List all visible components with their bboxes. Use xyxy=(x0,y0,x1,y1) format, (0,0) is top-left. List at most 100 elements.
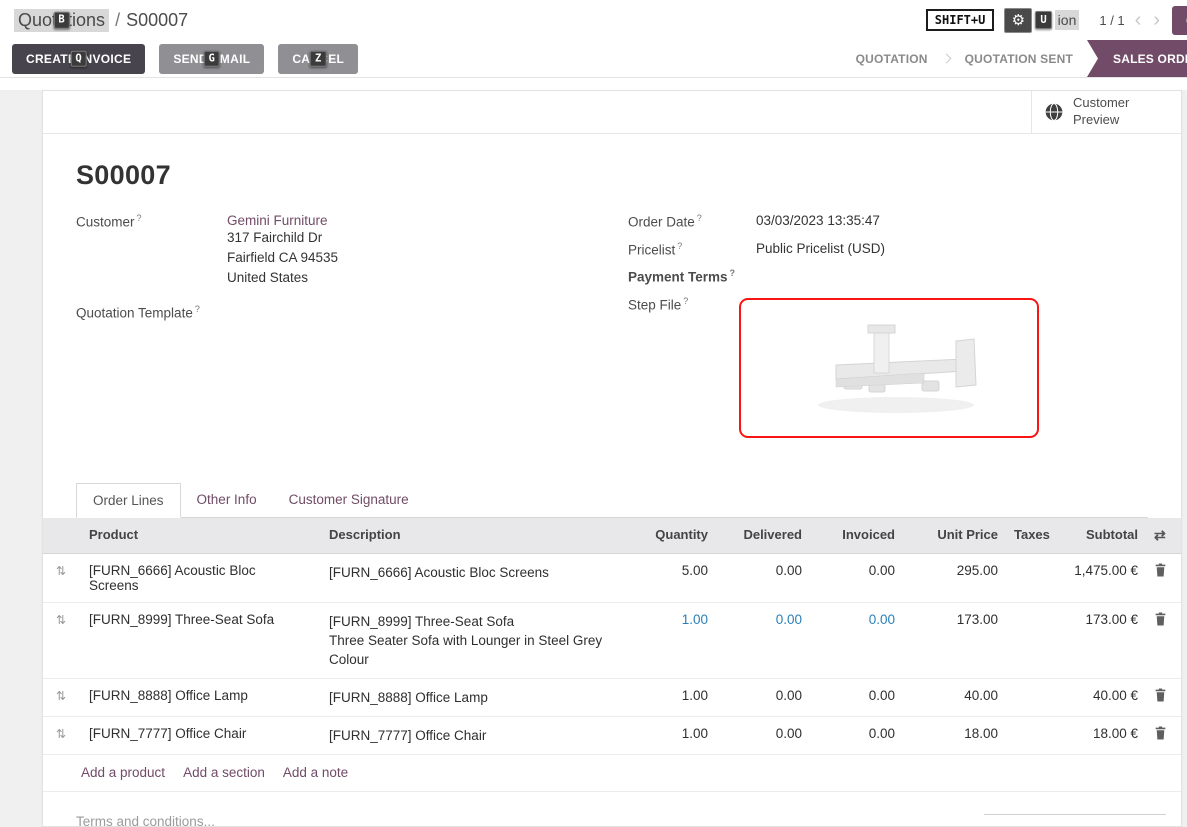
drag-handle-icon[interactable]: ⇅ xyxy=(51,564,66,578)
table-row: ⇅ [FURN_8999] Three-Seat Sofa [FURN_8999… xyxy=(43,603,1181,679)
customer-preview-link[interactable]: Customer Preview xyxy=(1031,91,1181,133)
breadcrumb-separator: / xyxy=(115,10,120,31)
toggle-columns-icon[interactable]: ⇄ xyxy=(1154,527,1166,543)
help-icon: ? xyxy=(137,213,142,223)
cell-unit-price[interactable]: 295.00 xyxy=(903,554,1006,587)
cell-delivered[interactable]: 0.00 xyxy=(716,679,810,712)
table-add-links: Add a product Add a section Add a note xyxy=(43,755,1181,792)
cell-product[interactable]: [FURN_6666] Acoustic Bloc Screens xyxy=(76,554,316,602)
address-line: United States xyxy=(227,268,338,288)
totals-block: Total: 1,706.00 € xyxy=(984,814,1166,827)
cell-product[interactable]: [FURN_7777] Office Chair xyxy=(76,717,316,750)
field-columns: Customer? Gemini Furniture 317 Fairchild… xyxy=(76,213,1148,449)
cell-subtotal: 40.00 € xyxy=(1046,679,1146,712)
stage-quotation[interactable]: QUOTATION xyxy=(842,40,942,77)
field-customer: Customer? Gemini Furniture 317 Fairchild… xyxy=(76,213,628,288)
cell-delivered[interactable]: 0.00 xyxy=(716,554,810,587)
pager: 1 / 1 ‹ › xyxy=(1099,10,1162,30)
cell-delivered[interactable]: 0.00 xyxy=(716,717,810,750)
cell-description[interactable]: [FURN_8999] Three-Seat Sofa Three Seater… xyxy=(316,603,621,678)
trash-icon[interactable] xyxy=(1154,612,1167,629)
action-bar: CREATE INVOICE Q SEND EMAIL G CANCEL Z Q… xyxy=(0,40,1187,78)
keyboard-hint-badge: B xyxy=(53,12,69,29)
order-date-value[interactable]: 03/03/2023 13:35:47 xyxy=(756,213,880,230)
cell-quantity[interactable]: 1.00 xyxy=(621,603,716,636)
cell-quantity[interactable]: 1.00 xyxy=(621,679,716,712)
add-note-link[interactable]: Add a note xyxy=(283,765,348,780)
keyboard-hint-badge: Q xyxy=(70,50,87,67)
table-row: ⇅ [FURN_6666] Acoustic Bloc Screens [FUR… xyxy=(43,554,1181,603)
tab-order-lines[interactable]: Order Lines xyxy=(76,483,181,518)
cell-taxes[interactable] xyxy=(1006,603,1046,621)
pager-prev-icon[interactable]: ‹ xyxy=(1133,10,1144,30)
field-step-file: Step File? xyxy=(628,296,1148,438)
action-menu-button[interactable]: ⚙ U ion xyxy=(1004,8,1079,33)
cell-product[interactable]: [FURN_8888] Office Lamp xyxy=(76,679,316,712)
add-section-link[interactable]: Add a section xyxy=(183,765,265,780)
cell-description[interactable]: [FURN_6666] Acoustic Bloc Screens xyxy=(316,554,621,591)
cell-quantity[interactable]: 1.00 xyxy=(621,717,716,750)
field-payment-terms: Payment Terms? xyxy=(628,268,1148,285)
page-title: S00007 xyxy=(76,160,1148,191)
step-file-preview[interactable] xyxy=(739,298,1039,438)
keyboard-hint-badge: Z xyxy=(310,50,327,67)
cell-taxes[interactable] xyxy=(1006,717,1046,735)
tab-other-info[interactable]: Other Info xyxy=(181,483,273,517)
cell-delivered[interactable]: 0.00 xyxy=(716,603,810,636)
help-icon: ? xyxy=(195,304,200,314)
drag-handle-icon[interactable]: ⇅ xyxy=(51,727,66,741)
drag-handle-icon[interactable]: ⇅ xyxy=(51,689,66,703)
customer-field-label: Customer? xyxy=(76,213,227,288)
stage-quotation-sent[interactable]: QUOTATION SENT xyxy=(951,40,1087,77)
cell-taxes[interactable] xyxy=(1006,554,1046,572)
trash-icon[interactable] xyxy=(1154,563,1167,580)
cell-unit-price[interactable]: 18.00 xyxy=(903,717,1006,750)
create-invoice-button[interactable]: CREATE INVOICE Q xyxy=(12,44,145,74)
keyboard-hint-badge: U xyxy=(1035,11,1051,30)
customer-link[interactable]: Gemini Furniture xyxy=(227,213,328,228)
cell-invoiced[interactable]: 0.00 xyxy=(810,679,903,712)
stage-sales-order[interactable]: SALES ORDER xyxy=(1087,40,1187,77)
cell-taxes[interactable] xyxy=(1006,679,1046,697)
cell-product[interactable]: [FURN_8999] Three-Seat Sofa xyxy=(76,603,316,636)
breadcrumb-bar: Quotations B / S00007 SHIFT+U ⚙ U ion 1 … xyxy=(0,0,1187,40)
corner-button[interactable]: Cl xyxy=(1172,6,1187,35)
terms-and-conditions-input[interactable]: Terms and conditions... xyxy=(76,814,215,827)
cell-description[interactable]: [FURN_8888] Office Lamp xyxy=(316,679,621,716)
statusbar: QUOTATION QUOTATION SENT SALES ORDER xyxy=(842,40,1187,77)
customer-address: 317 Fairchild Dr Fairfield CA 94535 Unit… xyxy=(227,228,338,288)
notebook-tabs: Order Lines Other Info Customer Signatur… xyxy=(76,483,1148,518)
table-row: ⇅ [FURN_8888] Office Lamp [FURN_8888] Of… xyxy=(43,679,1181,717)
form-sheet: Customer Preview S00007 Customer? Gemini… xyxy=(42,90,1182,827)
drag-handle-icon[interactable]: ⇅ xyxy=(51,613,66,627)
cell-unit-price[interactable]: 173.00 xyxy=(903,603,1006,636)
cell-quantity[interactable]: 5.00 xyxy=(621,554,716,587)
pager-next-icon[interactable]: › xyxy=(1151,10,1162,30)
cell-invoiced[interactable]: 0.00 xyxy=(810,717,903,750)
cell-invoiced[interactable]: 0.00 xyxy=(810,603,903,636)
add-product-link[interactable]: Add a product xyxy=(81,765,165,780)
header-description: Description xyxy=(316,518,621,551)
send-email-button[interactable]: SEND EMAIL G xyxy=(159,44,264,74)
trash-icon[interactable] xyxy=(1154,688,1167,705)
cell-invoiced[interactable]: 0.00 xyxy=(810,554,903,587)
cell-description[interactable]: [FURN_7777] Office Chair xyxy=(316,717,621,754)
header-product: Product xyxy=(76,518,316,551)
cell-unit-price[interactable]: 40.00 xyxy=(903,679,1006,712)
help-icon: ? xyxy=(677,241,682,251)
main-area: Customer Preview S00007 Customer? Gemini… xyxy=(0,90,1187,827)
cancel-button[interactable]: CANCEL Z xyxy=(278,44,358,74)
pricelist-value[interactable]: Public Pricelist (USD) xyxy=(756,241,885,258)
breadcrumb-quotations-link[interactable]: Quotations B xyxy=(14,9,109,32)
gear-icon: ⚙ xyxy=(1004,8,1032,33)
breadcrumb-current: S00007 xyxy=(126,10,188,31)
cell-subtotal: 173.00 € xyxy=(1046,603,1146,636)
order-date-field-label: Order Date? xyxy=(628,213,756,230)
help-icon: ? xyxy=(697,213,702,223)
header-invoiced: Invoiced xyxy=(810,518,903,551)
table-row: ⇅ [FURN_7777] Office Chair [FURN_7777] O… xyxy=(43,717,1181,755)
trash-icon[interactable] xyxy=(1154,726,1167,743)
header-quantity: Quantity xyxy=(621,518,716,551)
breadcrumb: Quotations B / S00007 xyxy=(14,9,188,32)
tab-customer-signature[interactable]: Customer Signature xyxy=(273,483,425,517)
